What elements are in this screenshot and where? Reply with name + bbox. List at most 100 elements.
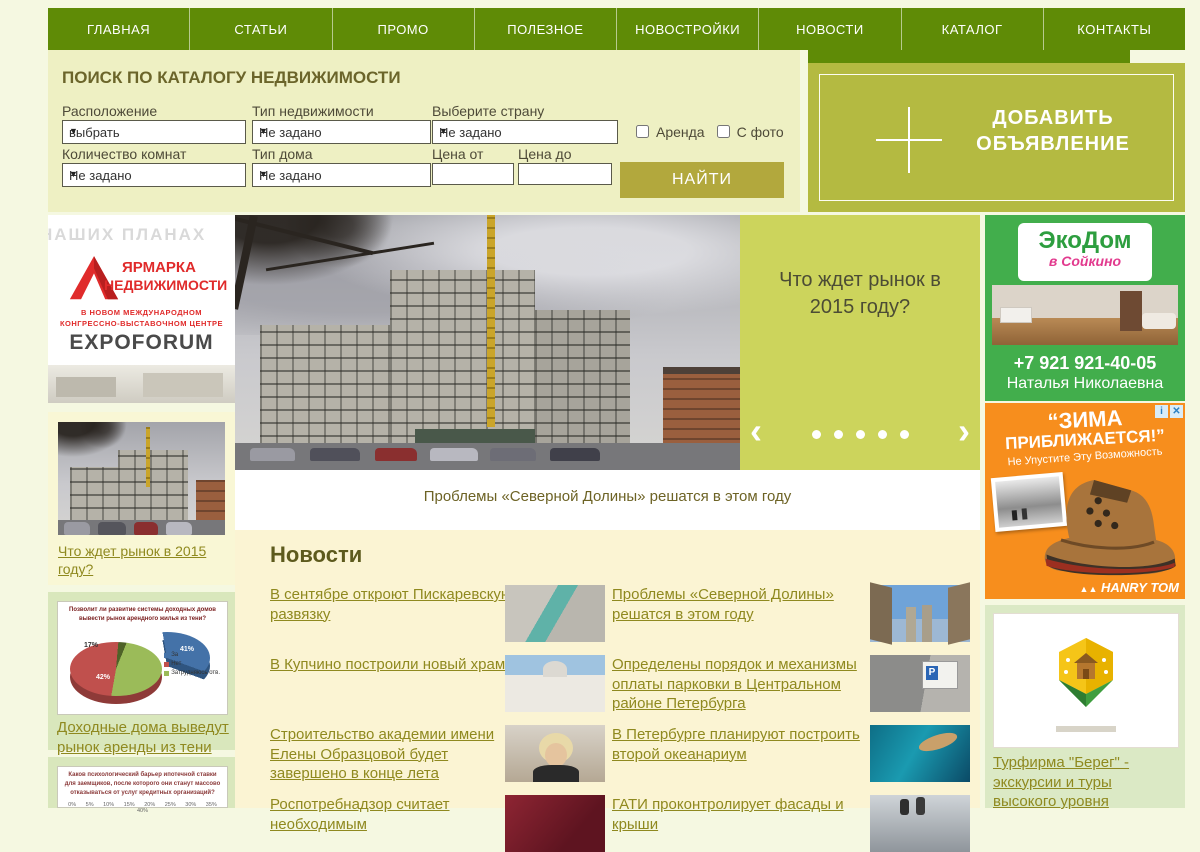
portrait-shoulders [533,765,579,782]
expoforum-subtitle: В НОВОМ МЕЖДУНАРОДНОМ КОНГРЕССНО-ВЫСТАВО… [48,307,235,330]
poll-pie-ad-block: Позволит ли развитие системы доходных до… [48,592,235,750]
brick-roof [663,367,740,374]
house-type-label: Тип дома [252,146,313,162]
hanry-tom-logo: ▲▲ HANRY TOM [1080,580,1179,595]
with-photo-checkbox[interactable] [717,125,730,138]
nav-item-home[interactable]: ГЛАВНАЯ [48,8,189,50]
house-type-select[interactable]: Не задано ▼ [252,163,431,187]
catalog-search-panel: ПОИСК ПО КАТАЛОГУ НЕДВИЖИМОСТИ Расположе… [48,50,800,212]
rent-checkbox-label: Аренда [656,124,705,140]
nav-item-promo[interactable]: ПРОМО [332,8,474,50]
slider-photo[interactable] [235,215,740,470]
boot-illustration [1030,465,1185,585]
house-type-value: Не задано [259,168,322,183]
page-container: ГЛАВНАЯ СТАТЬИ ПРОМО ПОЛЕЗНОЕ НОВОСТРОЙК… [48,0,1185,808]
slider-caption-link[interactable]: Проблемы «Северной Долины» решатся в это… [424,488,792,505]
cars-strip [58,520,225,535]
ecodom-interior-photo [992,285,1178,345]
news-link[interactable]: Определены порядок и механизмы оплаты па… [612,655,870,714]
carousel-dots [740,430,980,439]
add-listing-label: ДОБАВИТЬ ОБЪЯВЛЕНИЕ [938,105,1168,157]
expoforum-ad-banner[interactable]: НАШИХ ПЛАНАХ ЯРМАРКА НЕДВИЖИМОСТИ В НОВО… [48,215,235,403]
chevron-down-icon: ▼ [259,126,268,139]
bereg-link[interactable]: Турфирма "Берег" - экскурсии и туры высо… [993,753,1173,812]
carousel-dot[interactable] [812,430,821,439]
rental-market-link[interactable]: Доходные дома выведут рынок аренды из те… [57,718,229,757]
plus-icon [876,107,942,173]
nav-item-news[interactable]: НОВОСТИ [758,8,900,50]
cars-strip [235,443,740,470]
property-type-select[interactable]: Не задано ▼ [252,120,431,144]
hiker-figure [1022,508,1028,519]
roof-logo-icon [66,251,122,301]
chevron-down-icon: ▼ [69,126,78,139]
building-frame-right [535,310,630,450]
nav-item-catalog[interactable]: КАТАЛОГ [901,8,1043,50]
news-link[interactable]: В сентябре откроют Пискаревскую развязку [270,585,528,624]
news-thumbnail-towers[interactable] [870,585,970,642]
nav-item-useful[interactable]: ПОЛЕЗНОЕ [474,8,616,50]
chevron-down-icon: ▼ [259,169,268,182]
expoforum-subtitle-line2: КОНГРЕССНО-ВЫСТАВОЧНОМ ЦЕНТРЕ [60,319,223,328]
winter-boot-ad[interactable]: i ✕ “ЗИМА ПРИБЛИЖАЕТСЯ!” Не Упустите Эту… [985,403,1185,599]
market-news-link[interactable]: Что ждет рынок в 2015 году? [58,542,218,578]
bereg-card-caption [1056,726,1116,732]
expoforum-brand-line2: НЕДВИЖИМОСТИ [104,277,227,293]
news-link[interactable]: В Петербурге планируют построить второй … [612,725,870,764]
bereg-logo-card[interactable] [993,613,1179,748]
ecodom-brand: ЭкоДом [1018,227,1152,255]
news-section: Новости В сентябре откроют Пискаревскую … [235,530,980,808]
news-link[interactable]: ГАТИ проконтролирует фасады и крыши [612,795,870,834]
poll-bar-chart[interactable]: Каков психологический барьер ипотечной с… [57,766,228,808]
news-thumbnail-portrait[interactable] [505,725,605,782]
poll-pie-title: Позволит ли развитие системы доходных до… [58,602,227,626]
poll-pie-chart[interactable]: Позволит ли развитие системы доходных до… [57,601,228,715]
market-news-photo[interactable] [58,422,225,535]
legend-item: Нет [171,661,181,667]
price-to-label: Цена до [518,146,572,162]
with-photo-checkbox-label: С фото [737,124,784,140]
nav-item-articles[interactable]: СТАТЬИ [189,8,331,50]
news-thumbnail-bridge[interactable] [505,585,605,642]
carousel-dot[interactable] [834,430,843,439]
church-dome [543,661,567,677]
news-link[interactable]: Строительство академии имени Елены Образ… [270,725,528,784]
news-link[interactable]: Роспотребнадзор считает необходимым [270,795,528,834]
rooms-select[interactable]: Не задано ▼ [62,163,246,187]
price-to-input[interactable] [518,163,612,185]
tower [948,582,970,644]
location-select[interactable]: выбрать ▼ [62,120,246,144]
nav-underline-strip [808,50,1130,63]
add-listing-banner[interactable]: ДОБАВИТЬ ОБЪЯВЛЕНИЕ [808,63,1185,212]
news-heading: Новости [270,542,362,568]
nav-item-contacts[interactable]: КОНТАКТЫ [1043,8,1185,50]
price-from-input[interactable] [432,163,514,185]
news-thumbnail-aquarium[interactable] [870,725,970,782]
expoforum-photo [48,365,235,403]
news-thumbnail-parking[interactable]: P [870,655,970,712]
pie-value-green: 17% [84,642,98,649]
country-value: Не задано [439,125,502,140]
rent-checkbox[interactable] [636,125,649,138]
news-thumbnail-facades[interactable] [870,795,970,852]
carousel-dot[interactable] [856,430,865,439]
crane-mast [487,215,495,427]
sofa [1142,313,1176,329]
doorway [1120,291,1142,331]
news-link[interactable]: В Купчино построили новый храм [270,655,528,675]
tower [870,582,892,644]
find-button[interactable]: НАЙТИ [620,162,784,198]
ecodom-ad[interactable]: ЭкоДом в Сойкино +7 921 921-40-05 Наталь… [985,215,1185,401]
radiator [1000,307,1032,323]
rent-checkbox-row: Аренда С фото [632,122,784,141]
news-link[interactable]: Проблемы «Северной Долины» решатся в это… [612,585,870,624]
country-select[interactable]: Не задано ▼ [432,120,618,144]
news-thumbnail-church[interactable] [505,655,605,712]
carousel-dot[interactable] [900,430,909,439]
worker-figure [900,799,909,815]
tower [922,605,932,642]
news-thumbnail-rospotreb[interactable] [505,795,605,852]
carousel-dot[interactable] [878,430,887,439]
nav-item-newbuildings[interactable]: НОВОСТРОЙКИ [616,8,758,50]
building-frame [70,467,125,522]
